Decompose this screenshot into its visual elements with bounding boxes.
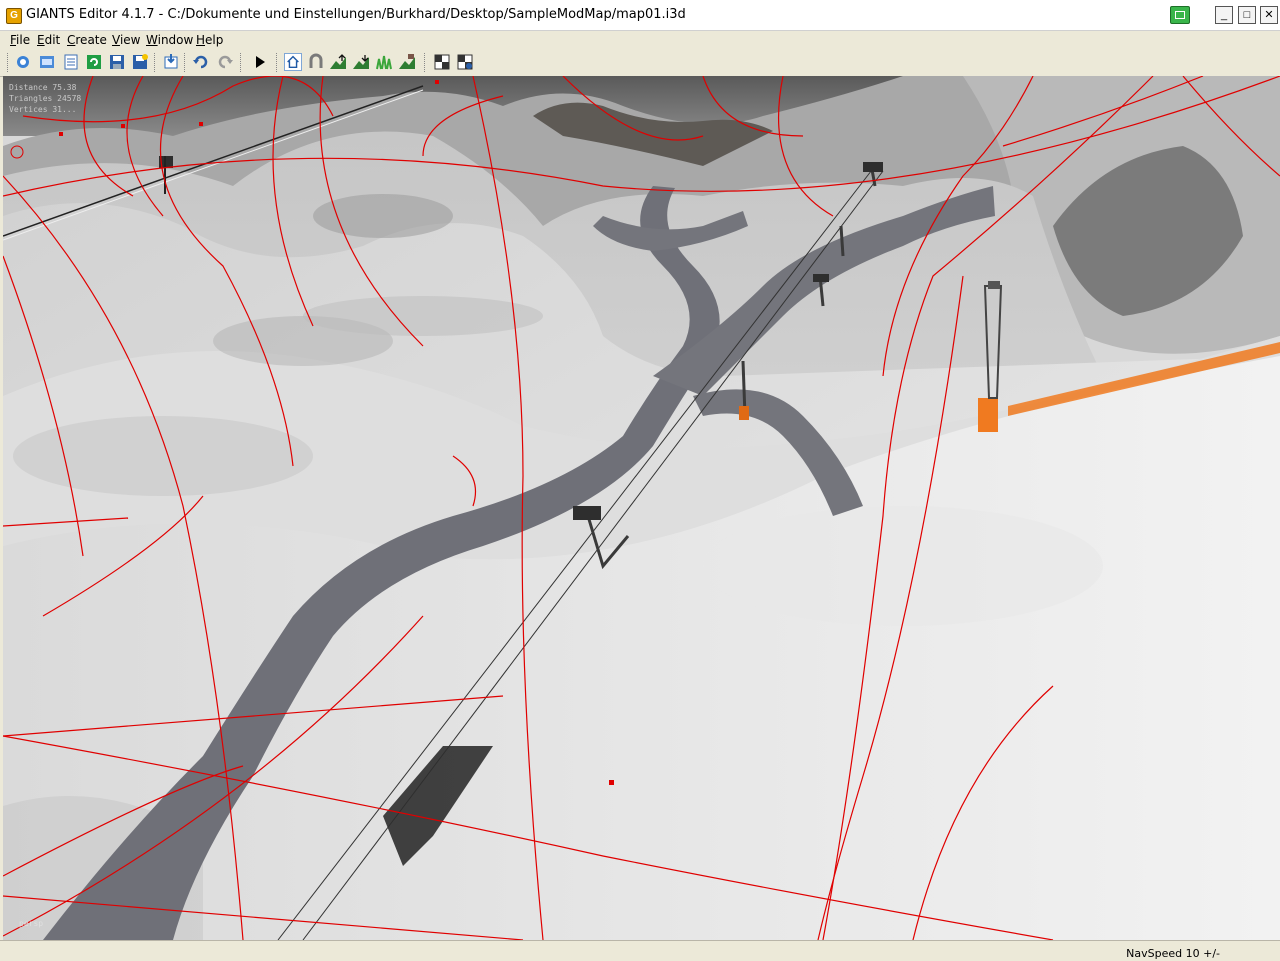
redo-icon[interactable] (216, 53, 234, 71)
save-as-icon[interactable] (131, 53, 149, 71)
stat-triangles: Triangles 24578 (9, 94, 82, 103)
refresh-icon[interactable] (85, 53, 103, 71)
toolbar-separator (184, 53, 187, 72)
stat-vertices: Vertices 31... (9, 105, 77, 114)
green-status-icon[interactable] (1170, 6, 1190, 24)
menu-help[interactable]: Help (196, 33, 223, 47)
viewport-stats: Distance 75.38 Triangles 24578 Vertices … (9, 82, 81, 115)
toolbar-separator (276, 53, 279, 72)
import-icon[interactable] (162, 53, 180, 71)
close-button[interactable]: ✕ (1260, 6, 1278, 24)
maximize-button[interactable]: □ (1238, 6, 1256, 24)
checker-icon[interactable] (433, 53, 451, 71)
undo-icon[interactable] (192, 53, 210, 71)
menu-edit[interactable]: Edit (37, 33, 60, 47)
texture-paint-icon[interactable] (398, 53, 416, 71)
menu-view[interactable]: View (112, 33, 140, 47)
home-icon[interactable] (284, 53, 302, 71)
menu-file[interactable]: File (10, 33, 30, 47)
toolbar-grip (7, 53, 10, 72)
terrain-raise-icon[interactable] (329, 53, 347, 71)
foliage-icon[interactable] (352, 53, 370, 71)
checker-settings-icon[interactable] (456, 53, 474, 71)
new-icon[interactable] (14, 53, 32, 71)
3d-viewport[interactable]: Distance 75.38 Triangles 24578 Vertices … (3, 76, 1280, 940)
save-icon[interactable] (108, 53, 126, 71)
status-bar: NavSpeed 10 +/- (0, 940, 1280, 961)
grass-icon[interactable] (375, 53, 393, 71)
minimize-button[interactable]: _ (1215, 6, 1233, 24)
menu-bar: File Edit Create View Window Help (0, 31, 1280, 49)
nav-speed-text: NavSpeed 10 +/- (1126, 947, 1220, 960)
open-icon[interactable] (38, 53, 56, 71)
menu-create[interactable]: Create (67, 33, 107, 47)
toolbar-separator (240, 53, 243, 72)
camera-label: persp (19, 919, 44, 928)
title-bar: G GIANTS Editor 4.1.7 - C:/Dokumente und… (0, 0, 1280, 31)
properties-icon[interactable] (62, 53, 80, 71)
toolbar-separator (424, 53, 427, 72)
terrain-scene (3, 76, 1280, 940)
toolbar-separator (154, 53, 157, 72)
menu-window[interactable]: Window (146, 33, 193, 47)
play-icon[interactable] (251, 53, 269, 71)
stat-distance: Distance 75.38 (9, 83, 77, 92)
toolbar (0, 49, 1280, 77)
window-title: GIANTS Editor 4.1.7 - C:/Dokumente und E… (26, 7, 686, 22)
giants-app-icon: G (6, 8, 22, 24)
magnet-icon[interactable] (307, 53, 325, 71)
